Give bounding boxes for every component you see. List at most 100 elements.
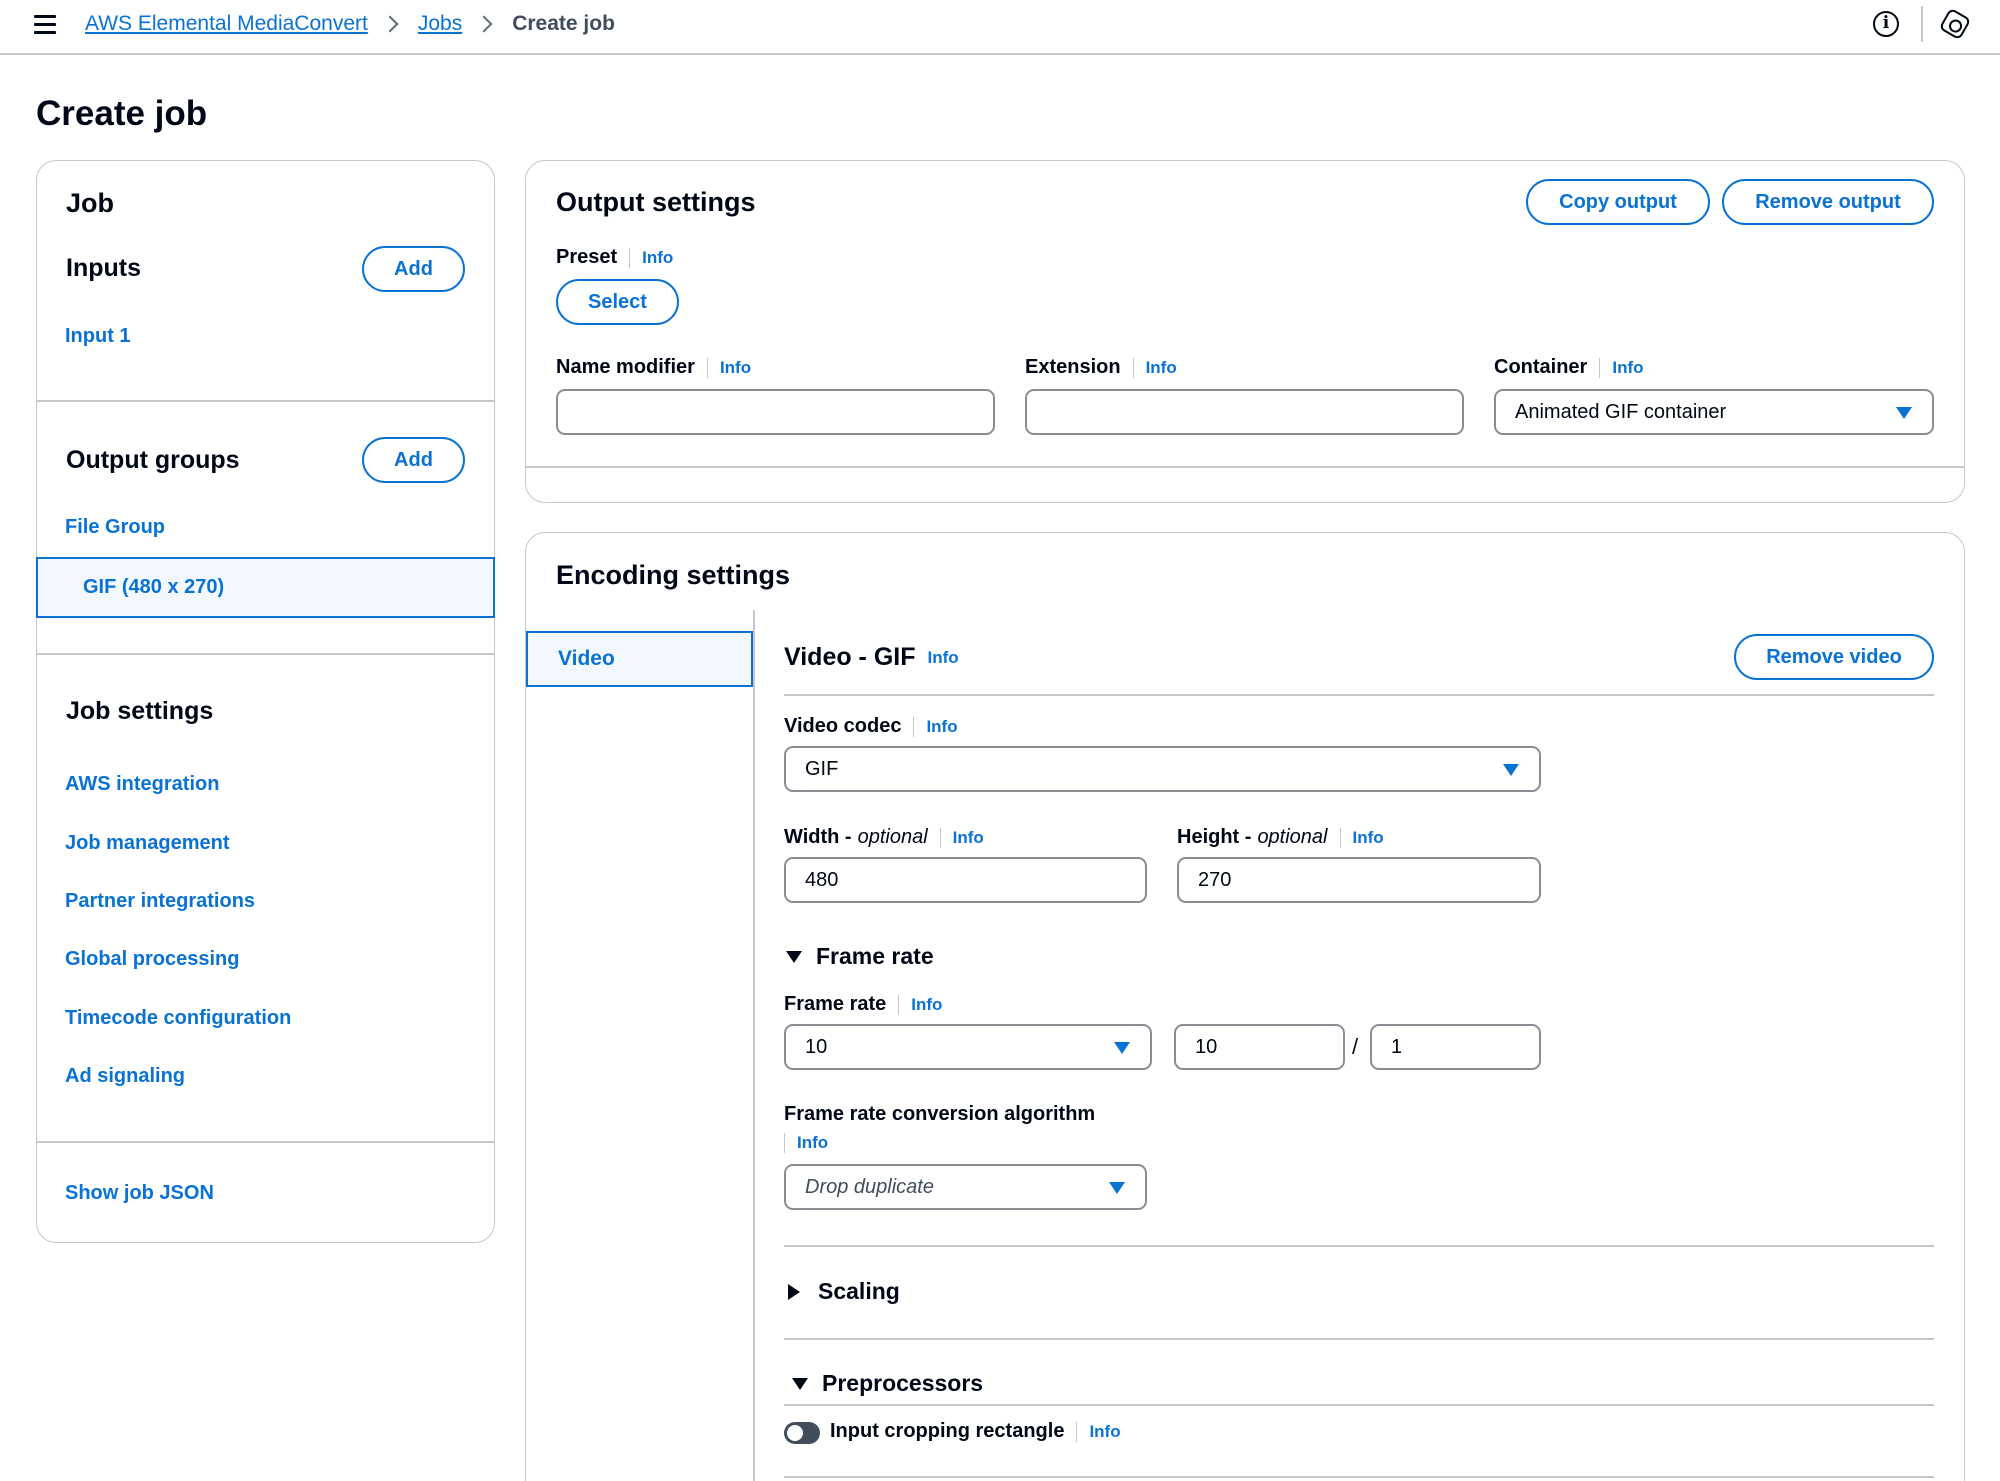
divider bbox=[784, 1404, 1934, 1406]
inputs-heading: Inputs bbox=[66, 254, 141, 282]
caret-down-icon bbox=[1503, 764, 1519, 776]
input-cropping-label: Input cropping rectangle bbox=[830, 1420, 1065, 1442]
container-select[interactable]: Animated GIF container bbox=[1494, 389, 1934, 435]
caret-down-icon bbox=[1896, 407, 1912, 419]
extension-input[interactable] bbox=[1025, 389, 1464, 435]
caret-right-icon bbox=[788, 1283, 800, 1300]
name-modifier-input[interactable] bbox=[556, 389, 995, 435]
divider bbox=[37, 400, 494, 402]
video-codec-label-row: Video codec Info bbox=[784, 715, 958, 738]
video-codec-select[interactable]: GIF bbox=[784, 746, 1541, 792]
scaling-section-toggle[interactable]: Scaling bbox=[788, 1278, 900, 1305]
width-input[interactable]: 480 bbox=[784, 857, 1147, 903]
divider bbox=[784, 694, 1934, 696]
video-gif-heading: Video - GIF bbox=[784, 643, 916, 671]
conversion-info-row: Info bbox=[772, 1133, 828, 1153]
frame-rate-value: 10 bbox=[805, 1035, 828, 1058]
chevron-right-icon bbox=[381, 15, 399, 33]
extension-label: Extension bbox=[1025, 356, 1121, 378]
video-codec-label: Video codec bbox=[784, 715, 902, 737]
add-input-button[interactable]: Add bbox=[362, 246, 465, 292]
timecode-configuration-link[interactable]: Timecode configuration bbox=[65, 1007, 291, 1030]
conversion-info-link[interactable]: Info bbox=[784, 1133, 828, 1153]
caret-down-icon bbox=[786, 950, 802, 963]
conversion-value: Drop duplicate bbox=[805, 1175, 934, 1198]
frame-rate-section-toggle[interactable]: Frame rate bbox=[786, 943, 934, 970]
selected-output-gif[interactable]: GIF (480 x 270) bbox=[36, 557, 495, 618]
frame-rate-section-title: Frame rate bbox=[816, 943, 934, 969]
chevron-right-icon bbox=[475, 15, 493, 33]
menu-icon[interactable] bbox=[34, 15, 56, 34]
width-label: Width - bbox=[784, 826, 852, 848]
video-gif-heading-row: Video - GIF Info bbox=[784, 643, 959, 672]
video-codec-value: GIF bbox=[805, 757, 839, 780]
partner-integrations-link[interactable]: Partner integrations bbox=[65, 890, 255, 913]
tab-video[interactable]: Video bbox=[526, 631, 753, 687]
divider bbox=[37, 1141, 494, 1143]
divider bbox=[784, 1338, 1934, 1340]
input-cropping-toggle[interactable] bbox=[784, 1422, 820, 1444]
frame-rate-slash: / bbox=[1352, 1034, 1359, 1059]
divider bbox=[37, 653, 494, 655]
input-cropping-label-row: Input cropping rectangle Info bbox=[830, 1420, 1121, 1443]
remove-video-button[interactable]: Remove video bbox=[1734, 634, 1934, 680]
conversion-label: Frame rate conversion algorithm bbox=[784, 1103, 1096, 1125]
breadcrumb-jobs[interactable]: Jobs bbox=[418, 12, 462, 36]
frame-rate-denominator-input[interactable]: 1 bbox=[1370, 1024, 1541, 1070]
file-group-link[interactable]: File Group bbox=[65, 516, 165, 539]
container-label: Container bbox=[1494, 356, 1588, 378]
caret-down-icon bbox=[1114, 1042, 1130, 1054]
container-info-link[interactable]: Info bbox=[1599, 357, 1644, 378]
aws-integration-link[interactable]: AWS integration bbox=[65, 773, 219, 796]
remove-output-button[interactable]: Remove output bbox=[1722, 179, 1934, 225]
show-job-json-link[interactable]: Show job JSON bbox=[65, 1182, 214, 1205]
input-1-link[interactable]: Input 1 bbox=[65, 325, 131, 348]
frame-rate-info-link[interactable]: Info bbox=[898, 994, 942, 1015]
height-label-row: Height - optional Info bbox=[1177, 826, 1384, 849]
frame-rate-select[interactable]: 10 bbox=[784, 1024, 1152, 1070]
frame-rate-label: Frame rate bbox=[784, 993, 887, 1015]
conversion-select[interactable]: Drop duplicate bbox=[784, 1164, 1147, 1210]
ad-signaling-link[interactable]: Ad signaling bbox=[65, 1065, 185, 1088]
name-modifier-label: Name modifier bbox=[556, 356, 695, 378]
add-output-group-button[interactable]: Add bbox=[362, 437, 465, 483]
video-codec-info-link[interactable]: Info bbox=[913, 716, 958, 737]
copy-output-button[interactable]: Copy output bbox=[1526, 179, 1710, 225]
preset-info-link[interactable]: Info bbox=[629, 247, 673, 268]
frame-rate-label-row: Frame rate Info bbox=[784, 993, 942, 1016]
preprocessors-section-toggle[interactable]: Preprocessors bbox=[792, 1370, 983, 1397]
preset-label-row: Preset Info bbox=[556, 246, 673, 269]
select-preset-button[interactable]: Select bbox=[556, 279, 679, 325]
divider bbox=[784, 1476, 1934, 1478]
breadcrumb-current: Create job bbox=[512, 12, 615, 35]
width-optional: optional bbox=[857, 826, 928, 848]
input-cropping-info-link[interactable]: Info bbox=[1076, 1421, 1121, 1442]
height-optional: optional bbox=[1257, 826, 1328, 848]
height-info-link[interactable]: Info bbox=[1339, 827, 1384, 848]
top-navigation-bar: AWS Elemental MediaConvert Jobs Create j… bbox=[0, 0, 2000, 55]
frame-rate-numerator-input[interactable]: 10 bbox=[1174, 1024, 1345, 1070]
preprocessors-section-title: Preprocessors bbox=[822, 1370, 984, 1396]
divider bbox=[526, 466, 1964, 468]
settings-icon[interactable] bbox=[1938, 7, 1972, 41]
extension-label-row: Extension Info bbox=[1025, 356, 1177, 379]
extension-info-link[interactable]: Info bbox=[1132, 357, 1177, 378]
job-management-link[interactable]: Job management bbox=[65, 832, 229, 855]
info-circle-icon[interactable]: i bbox=[1873, 11, 1899, 37]
caret-down-icon bbox=[792, 1377, 808, 1390]
name-modifier-info-link[interactable]: Info bbox=[706, 357, 751, 378]
width-info-link[interactable]: Info bbox=[939, 827, 984, 848]
divider bbox=[1921, 6, 1923, 42]
container-label-row: Container Info bbox=[1494, 356, 1644, 379]
global-processing-link[interactable]: Global processing bbox=[65, 948, 239, 971]
encoding-settings-heading: Encoding settings bbox=[556, 560, 791, 590]
height-label: Height - bbox=[1177, 826, 1252, 848]
output-settings-heading: Output settings bbox=[556, 187, 756, 217]
video-gif-info-link[interactable]: Info bbox=[928, 648, 959, 668]
height-input[interactable]: 270 bbox=[1177, 857, 1541, 903]
divider bbox=[784, 1245, 1934, 1247]
output-groups-heading: Output groups bbox=[66, 446, 240, 474]
job-settings-heading: Job settings bbox=[66, 697, 214, 725]
job-heading: Job bbox=[66, 188, 115, 218]
breadcrumb-mediaconvert[interactable]: AWS Elemental MediaConvert bbox=[85, 12, 368, 36]
